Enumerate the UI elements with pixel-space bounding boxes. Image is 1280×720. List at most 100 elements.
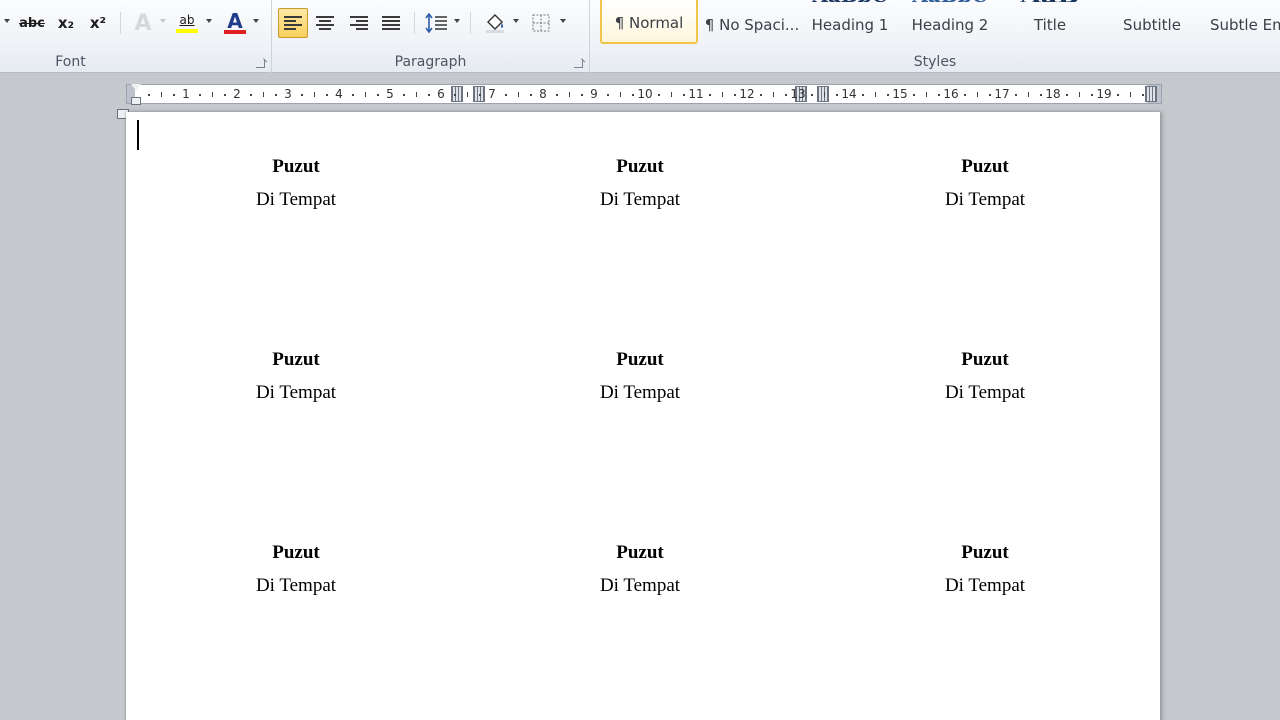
label-name: Puzut [616,349,664,370]
style-title[interactable]: AaB Title [1000,0,1100,44]
ruler-dot [1116,94,1119,96]
column-marker[interactable] [1145,86,1157,102]
left-indent-marker[interactable] [131,97,141,105]
style-label: ¶ No Spaci... [704,16,800,34]
ruler-dot [530,94,533,96]
label-cell[interactable]: Puzut Di Tempat [126,156,466,211]
style-preview-graphic: AaB [1000,0,1100,2]
subscript-button[interactable]: x₂ [52,9,80,37]
ruler-dot [581,94,584,96]
style-label: Subtle Em [1210,16,1280,34]
ruler-tick [211,92,213,97]
ruler-dot [377,94,380,96]
borders-icon [532,14,550,32]
ruler-dot [249,94,252,96]
line-spacing-icon [425,13,447,33]
label-cell[interactable]: Puzut Di Tempat [470,349,810,404]
style-label: Subtitle [1123,16,1181,34]
ruler-dot [453,94,456,96]
ruler-number: 19 [1096,87,1112,101]
borders-button[interactable] [526,9,556,37]
justify-button[interactable] [376,8,406,38]
ruler-dot [1091,94,1094,96]
ruler-number: 14 [841,87,857,101]
line-spacing-button[interactable] [422,9,452,37]
ruler-number: 2 [233,87,241,101]
label-name: Puzut [272,349,320,370]
paragraph-group-label: Paragraph [394,54,467,70]
align-right-icon [350,16,368,30]
shading-dropdown-icon[interactable] [513,19,519,23]
font-color-dropdown-icon[interactable] [253,19,259,23]
style-subtle-emphasis[interactable]: Subtle Em [1204,0,1280,44]
ruler-dot [1014,94,1017,96]
label-cell[interactable]: Puzut Di Tempat [470,542,810,597]
ruler-number: 5 [386,87,394,101]
label-name: Puzut [616,156,664,177]
highlight-dropdown-icon[interactable] [206,19,212,23]
ruler-number: 11 [688,87,704,101]
label-cell[interactable]: Puzut Di Tempat [126,542,466,597]
style-label: Title [1033,16,1067,34]
ruler-tick [925,92,927,97]
style-no-spacing[interactable]: ¶ No Spaci... [702,0,802,44]
font-size-dropdown-icon[interactable] [4,19,10,23]
ruler-dot [861,94,864,96]
ruler-number: 18 [1045,87,1061,101]
ruler-number: 1 [182,87,190,101]
ruler-number: 12 [739,87,755,101]
text-effects-icon: A [134,10,152,36]
ruler-dot [555,94,558,96]
label-cell[interactable]: Puzut Di Tempat [126,349,466,404]
ruler-dot [402,94,405,96]
label-place: Di Tempat [599,189,681,210]
style-heading-1[interactable]: AaBbC Heading 1 [802,0,898,44]
text-effects-dropdown-icon[interactable] [160,19,166,23]
ruler-tick [466,92,468,97]
styles-group-label: Styles [913,54,957,70]
ruler-dot [989,94,992,96]
ruler-dot [606,94,609,96]
ruler-dot [1065,94,1068,96]
label-name: Puzut [961,542,1009,563]
font-color-bar [224,30,246,34]
label-cell[interactable]: Puzut Di Tempat [815,542,1155,597]
ruler-dot [351,94,354,96]
ruler-number: 16 [943,87,959,101]
align-center-button[interactable] [310,8,340,38]
document-page[interactable]: Puzut Di Tempat Puzut Di Tempat Puzut Di… [126,112,1160,720]
ruler-number: 7 [488,87,496,101]
borders-dropdown-icon[interactable] [560,19,566,23]
shading-button[interactable] [480,9,510,37]
text-effects-button[interactable]: A [128,9,158,37]
align-left-button[interactable] [278,8,308,38]
horizontal-ruler[interactable]: 1 2 3 4 5 6 7 8 9 10 11 12 13 14 15 16 17 18 19 [126,84,1162,105]
ruler-dot [810,94,813,96]
ruler-dot [147,94,150,96]
style-heading-2[interactable]: AaBbC Heading 2 [902,0,998,44]
style-subtitle[interactable]: Subtitle [1102,0,1202,44]
label-cell[interactable]: Puzut Di Tempat [815,156,1155,211]
style-normal[interactable]: ¶ Normal [600,0,698,44]
superscript-button[interactable]: x² [84,9,112,37]
ruler-number: 13 [790,87,806,101]
first-line-indent-marker[interactable] [131,84,141,91]
ruler-number: 10 [637,87,653,101]
superscript-label: x² [89,14,107,32]
align-right-button[interactable] [344,8,374,38]
ruler-number: 17 [994,87,1010,101]
label-cell[interactable]: Puzut Di Tempat [815,349,1155,404]
font-color-button[interactable]: A [220,9,250,37]
strikethrough-button[interactable]: abc [18,9,46,37]
paragraph-dialog-launcher-icon[interactable] [574,59,583,68]
style-label: Heading 1 [811,16,889,34]
label-cell[interactable]: Puzut Di Tempat [470,156,810,211]
line-spacing-dropdown-icon[interactable] [454,19,460,23]
ruler-dot [632,94,635,96]
style-preview-graphic: AaBbC [902,0,998,2]
highlight-button[interactable]: ab [172,9,202,37]
subscript-label: x₂ [57,14,75,32]
ruler-dot [734,94,737,96]
font-group-label: Font [55,54,86,70]
font-dialog-launcher-icon[interactable] [256,59,265,68]
